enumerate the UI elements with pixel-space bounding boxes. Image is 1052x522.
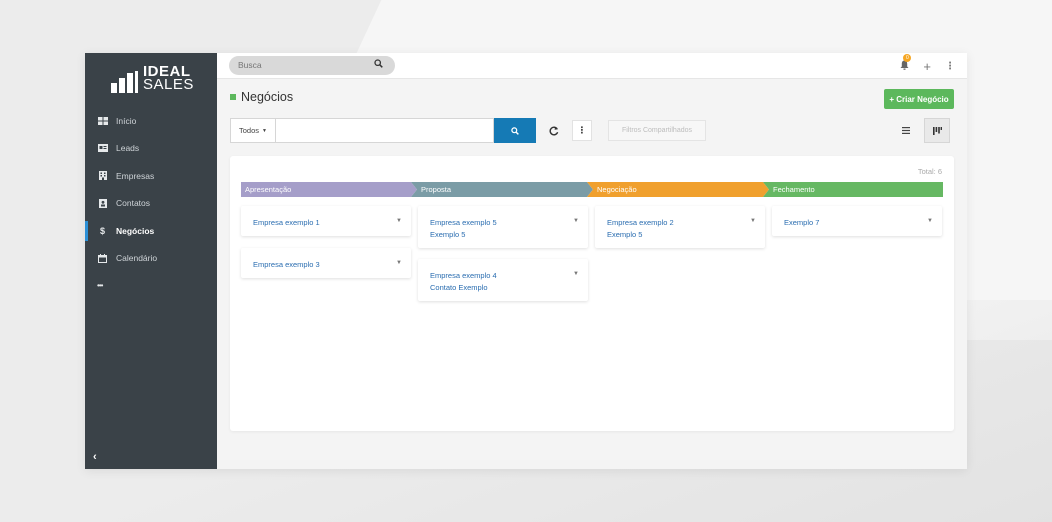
list-view-button[interactable] [894, 118, 918, 143]
refresh-icon [549, 126, 559, 136]
refresh-button[interactable] [543, 118, 565, 143]
kanban-icon [932, 126, 942, 135]
app-window: IDEAL SALES Início Leads Empresas Contat… [85, 53, 967, 469]
sidebar-collapse-button[interactable]: ‹ [93, 451, 97, 463]
add-icon[interactable]: + [923, 59, 931, 74]
page-title: Negócios [230, 90, 293, 104]
stage-fechamento[interactable]: Fechamento [763, 182, 943, 197]
caret-down-icon[interactable]: ▼ [396, 257, 402, 269]
caret-down-icon: ▼ [262, 127, 267, 134]
filter-search-button[interactable] [494, 118, 536, 143]
kanban-view-button[interactable] [924, 118, 950, 143]
brand-line2: SALES [143, 76, 194, 93]
contact-card-icon [97, 144, 108, 153]
deal-contact: Contato Exemplo [430, 283, 488, 292]
sidebar-item-calendario[interactable]: Calendário [85, 245, 217, 273]
sidebar-item-label: Empresas [116, 170, 155, 181]
more-options-button[interactable]: ⋮ [572, 120, 592, 141]
stage-label: Apresentação [245, 185, 292, 194]
deal-company: Empresa exemplo 5 [430, 218, 497, 227]
caret-down-icon[interactable]: ▼ [927, 215, 933, 227]
sidebar-item-empresas[interactable]: Empresas [85, 162, 217, 190]
sidebar-item-leads[interactable]: Leads [85, 135, 217, 163]
sidebar-item-label: Leads [116, 143, 140, 154]
sidebar-item-contatos[interactable]: Contatos [85, 190, 217, 218]
sidebar-nav: Início Leads Empresas Contatos $ Negócio… [85, 107, 217, 300]
filter-input[interactable] [276, 118, 494, 143]
search-input[interactable] [229, 56, 395, 75]
deal-card[interactable]: Exemplo 7 ▼ [772, 206, 942, 236]
sidebar-item-label: Início [116, 115, 137, 126]
deal-card[interactable]: Empresa exemplo 1 ▼ [241, 206, 411, 236]
vertical-dots-icon: ⋮ [577, 125, 587, 135]
sidebar: IDEAL SALES Início Leads Empresas Contat… [85, 53, 217, 469]
topbar-actions: 0 + ⋮ [900, 53, 955, 79]
deal-card[interactable]: Empresa exemplo 4 Contato Exemplo ▼ [418, 259, 588, 301]
topbar: 0 + ⋮ [217, 53, 967, 79]
search-icon [511, 126, 519, 135]
search-icon[interactable] [374, 59, 383, 68]
stage-proposta[interactable]: Proposta [411, 182, 593, 197]
caret-down-icon[interactable]: ▼ [750, 215, 756, 227]
deal-company: Empresa exemplo 3 [253, 260, 320, 269]
brand-logo[interactable]: IDEAL SALES [111, 64, 201, 99]
pipeline-stages: Apresentação Proposta Negociação Fechame… [241, 182, 943, 197]
deal-contact: Exemplo 5 [430, 230, 466, 239]
stage-label: Negociação [597, 185, 637, 194]
more-icon: ••• [97, 281, 103, 291]
scope-dropdown[interactable]: Todos ▼ [230, 118, 276, 143]
notifications-button[interactable]: 0 [900, 53, 912, 73]
caret-down-icon[interactable]: ▼ [396, 215, 402, 227]
kanban-board: Total: 6 Apresentação Proposta Negociaçã… [230, 156, 954, 431]
title-marker [230, 94, 236, 100]
total-count: Total: 6 [917, 167, 942, 176]
stage-negociacao[interactable]: Negociação [587, 182, 769, 197]
kebab-menu-icon[interactable]: ⋮ [945, 61, 955, 72]
brand-name: IDEAL SALES [143, 64, 194, 93]
sidebar-item-label: Calendário [116, 253, 158, 264]
building-icon [97, 171, 108, 181]
sidebar-item-negocios[interactable]: $ Negócios [85, 217, 217, 245]
scope-dropdown-label: Todos [239, 126, 260, 135]
deal-card[interactable]: Empresa exemplo 2 Exemplo 5 ▼ [595, 206, 765, 248]
logo-bars-icon [111, 71, 138, 93]
sidebar-item-more[interactable]: ••• [85, 272, 217, 300]
sidebar-item-inicio[interactable]: Início [85, 107, 217, 135]
sidebar-item-label: Negócios [116, 225, 155, 236]
dollar-icon: $ [99, 225, 105, 236]
page-title-text: Negócios [241, 90, 294, 104]
shared-filters-button[interactable]: Filtros Compartilhados [608, 120, 706, 141]
address-book-icon [97, 198, 108, 208]
caret-down-icon[interactable]: ▼ [573, 215, 579, 227]
filter-toolbar: Todos ▼ ⋮ Filtros Compartilhados [230, 118, 954, 143]
deal-company: Exemplo 7 [784, 218, 820, 227]
stage-apresentacao[interactable]: Apresentação [241, 182, 417, 197]
calendar-icon [97, 253, 108, 263]
notification-count-badge: 0 [903, 53, 912, 62]
caret-down-icon[interactable]: ▼ [573, 268, 579, 280]
deal-company: Empresa exemplo 1 [253, 218, 320, 227]
deal-company: Empresa exemplo 2 [607, 218, 674, 227]
create-deal-button[interactable]: + Criar Negócio [884, 89, 954, 109]
deal-contact: Exemplo 5 [607, 230, 643, 239]
grid-icon [97, 116, 108, 125]
list-icon [902, 127, 910, 134]
sidebar-item-label: Contatos [116, 198, 151, 209]
deal-card[interactable]: Empresa exemplo 5 Exemplo 5 ▼ [418, 206, 588, 248]
deal-company: Empresa exemplo 4 [430, 271, 497, 280]
deal-card[interactable]: Empresa exemplo 3 ▼ [241, 248, 411, 278]
stage-label: Proposta [421, 185, 452, 194]
stage-label: Fechamento [773, 185, 815, 194]
